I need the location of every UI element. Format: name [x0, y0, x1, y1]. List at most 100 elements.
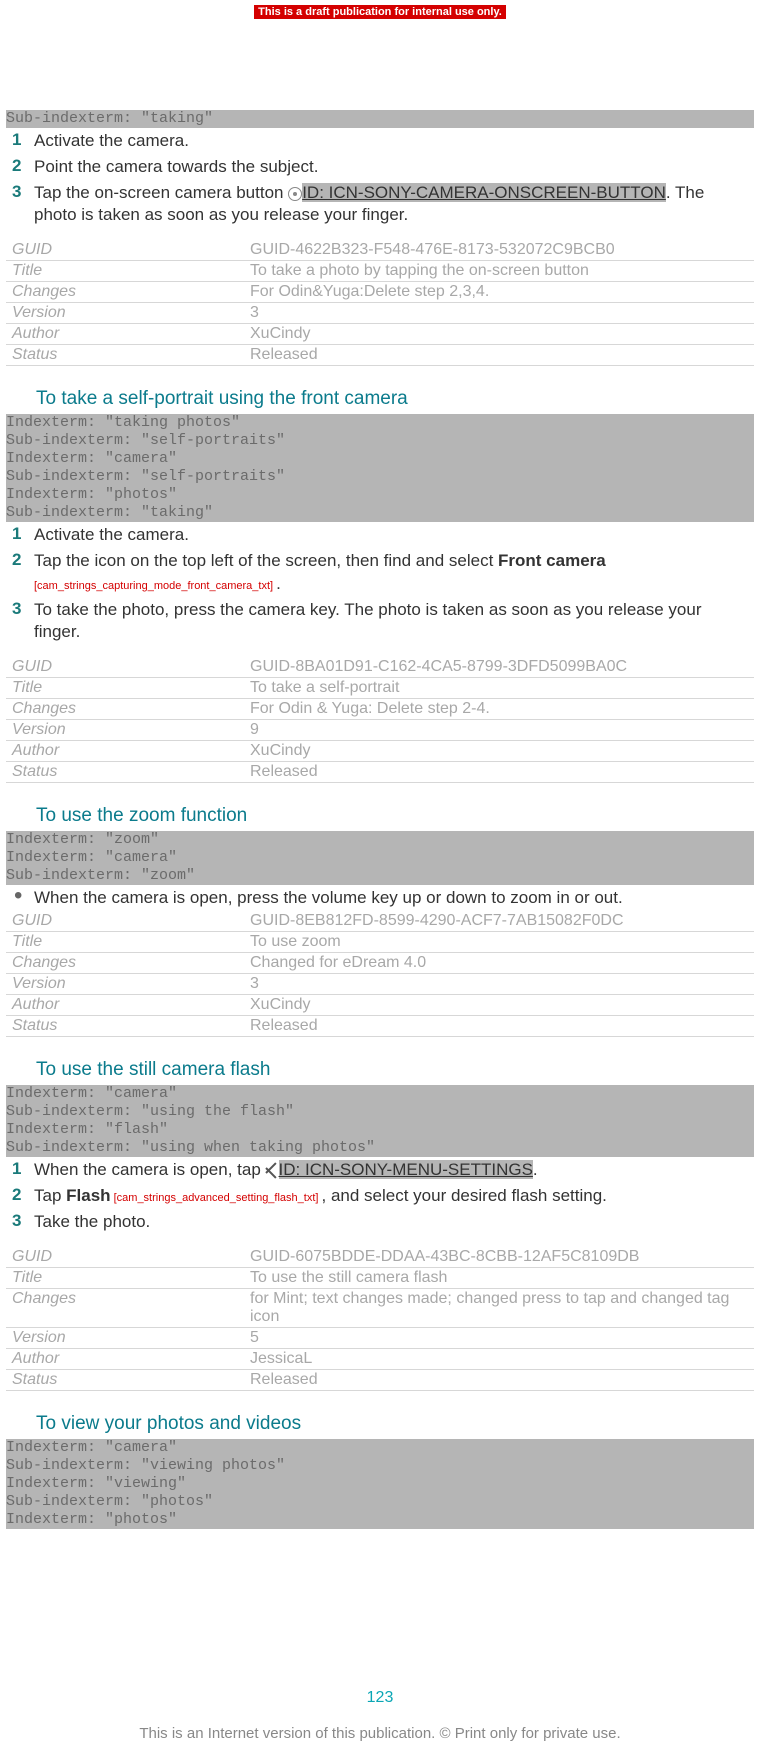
indexterm-block: Indexterm: "camera" Sub-indexterm: "usin… — [6, 1085, 754, 1157]
meta-label: Title — [6, 931, 246, 952]
meta-value: Released — [246, 1370, 754, 1391]
meta-label: Title — [6, 677, 246, 698]
meta-label: Author — [6, 740, 246, 761]
meta-label: Status — [6, 1370, 246, 1391]
text: When the camera is open, tap — [34, 1160, 266, 1179]
step-text: Activate the camera. — [34, 130, 754, 152]
table-row: StatusReleased — [6, 1370, 754, 1391]
step-number: 3 — [6, 1211, 34, 1233]
step-number: 3 — [6, 182, 34, 226]
meta-label: Version — [6, 973, 246, 994]
table-row: GUIDGUID-6075BDDE-DDAA-43BC-8CBB-12AF5C8… — [6, 1247, 754, 1268]
table-row: AuthorXuCindy — [6, 740, 754, 761]
meta-value: To take a photo by tapping the on-screen… — [246, 261, 754, 282]
meta-label: Title — [6, 261, 246, 282]
meta-value: GUID-8BA01D91-C162-4CA5-8799-3DFD5099BA0… — [246, 657, 754, 678]
meta-table: GUIDGUID-4622B323-F548-476E-8173-532072C… — [6, 240, 754, 366]
meta-value: GUID-8EB812FD-8599-4290-ACF7-7AB15082F0D… — [246, 911, 754, 932]
step: 1 When the camera is open, tap ID: ICN-S… — [6, 1157, 754, 1183]
meta-label: Version — [6, 1328, 246, 1349]
section-heading: To use the zoom function — [36, 805, 754, 827]
table-row: GUIDGUID-4622B323-F548-476E-8173-532072C… — [6, 240, 754, 261]
meta-value: To take a self-portrait — [246, 677, 754, 698]
step-number: 2 — [6, 1185, 34, 1207]
meta-value: Changed for eDream 4.0 — [246, 952, 754, 973]
meta-value: 9 — [246, 719, 754, 740]
menu-settings-icon — [266, 1164, 279, 1177]
meta-value: Released — [246, 761, 754, 782]
steps-d: 1 When the camera is open, tap ID: ICN-S… — [6, 1157, 754, 1235]
step-number: 2 — [6, 550, 34, 594]
section-heading: To use the still camera flash — [36, 1059, 754, 1081]
meta-label: GUID — [6, 1247, 246, 1268]
meta-label: Author — [6, 994, 246, 1015]
meta-value: For Odin & Yuga: Delete step 2-4. — [246, 698, 754, 719]
ui-label: Front camera — [498, 551, 606, 570]
text: Tap — [34, 1186, 66, 1205]
table-row: AuthorXuCindy — [6, 324, 754, 345]
step-text: Point the camera towards the subject. — [34, 156, 754, 178]
meta-label: Author — [6, 324, 246, 345]
text: Tap the icon on the top left of the scre… — [34, 551, 498, 570]
text: . — [533, 1160, 538, 1179]
table-row: Version3 — [6, 973, 754, 994]
meta-label: Status — [6, 345, 246, 366]
meta-value: 3 — [246, 303, 754, 324]
table-row: ChangesFor Odin&Yuga:Delete step 2,3,4. — [6, 282, 754, 303]
table-row: GUIDGUID-8BA01D91-C162-4CA5-8799-3DFD509… — [6, 657, 754, 678]
meta-label: GUID — [6, 911, 246, 932]
table-row: StatusReleased — [6, 761, 754, 782]
step-text: Tap the on-screen camera button ID: ICN-… — [34, 182, 754, 226]
table-row: AuthorXuCindy — [6, 994, 754, 1015]
bullet-step: • When the camera is open, press the vol… — [6, 885, 754, 911]
meta-value: Released — [246, 345, 754, 366]
meta-value: GUID-4622B323-F548-476E-8173-532072C9BCB… — [246, 240, 754, 261]
step-number: 1 — [6, 1159, 34, 1181]
indexterm-block: Indexterm: "camera" Sub-indexterm: "view… — [6, 1439, 754, 1529]
table-row: GUIDGUID-8EB812FD-8599-4290-ACF7-7AB1508… — [6, 911, 754, 932]
step-number: 3 — [6, 599, 34, 643]
meta-table: GUIDGUID-8EB812FD-8599-4290-ACF7-7AB1508… — [6, 911, 754, 1037]
step: 3 Take the photo. — [6, 1209, 754, 1235]
meta-label: Version — [6, 303, 246, 324]
step: 1 Activate the camera. — [6, 522, 754, 548]
meta-value: To use zoom — [246, 931, 754, 952]
meta-label: Changes — [6, 282, 246, 303]
page-footer: 123 This is an Internet version of this … — [0, 1689, 760, 1742]
meta-value: for Mint; text changes made; changed pre… — [246, 1289, 754, 1328]
step-text: Take the photo. — [34, 1211, 754, 1233]
meta-label: Status — [6, 761, 246, 782]
table-row: Version3 — [6, 303, 754, 324]
step: 1 Activate the camera. — [6, 128, 754, 154]
indexterm-block: Indexterm: "taking photos" Sub-indexterm… — [6, 414, 754, 522]
meta-label: Changes — [6, 1289, 246, 1328]
icon-id: ID: ICN-SONY-MENU-SETTINGS — [279, 1160, 533, 1179]
text: . — [276, 574, 281, 593]
meta-table: GUIDGUID-6075BDDE-DDAA-43BC-8CBB-12AF5C8… — [6, 1247, 754, 1391]
meta-label: Changes — [6, 952, 246, 973]
meta-value: JessicaL — [246, 1349, 754, 1370]
step-number: 1 — [6, 130, 34, 152]
table-row: ChangesFor Odin & Yuga: Delete step 2-4. — [6, 698, 754, 719]
string-tag: [cam_strings_advanced_setting_flash_txt] — [111, 1192, 322, 1204]
table-row: AuthorJessicaL — [6, 1349, 754, 1370]
meta-value: To use the still camera flash — [246, 1268, 754, 1289]
meta-value: 3 — [246, 973, 754, 994]
meta-label: Version — [6, 719, 246, 740]
indexterm-block: Sub-indexterm: "taking" — [6, 110, 754, 128]
step: 3 To take the photo, press the camera ke… — [6, 597, 754, 645]
table-row: TitleTo take a self-portrait — [6, 677, 754, 698]
meta-value: 5 — [246, 1328, 754, 1349]
table-row: TitleTo take a photo by tapping the on-s… — [6, 261, 754, 282]
meta-value: XuCindy — [246, 994, 754, 1015]
meta-value: For Odin&Yuga:Delete step 2,3,4. — [246, 282, 754, 303]
section-heading: To take a self-portrait using the front … — [36, 388, 754, 410]
table-row: Version9 — [6, 719, 754, 740]
page-body: Sub-indexterm: "taking" 1 Activate the c… — [0, 110, 760, 1529]
steps-b: 1 Activate the camera. 2 Tap the icon on… — [6, 522, 754, 644]
table-row: StatusReleased — [6, 345, 754, 366]
step-text: Activate the camera. — [34, 524, 754, 546]
steps-a: 1 Activate the camera. 2 Point the camer… — [6, 128, 754, 228]
draft-banner: This is a draft publication for internal… — [254, 5, 506, 19]
step-text: To take the photo, press the camera key.… — [34, 599, 754, 643]
